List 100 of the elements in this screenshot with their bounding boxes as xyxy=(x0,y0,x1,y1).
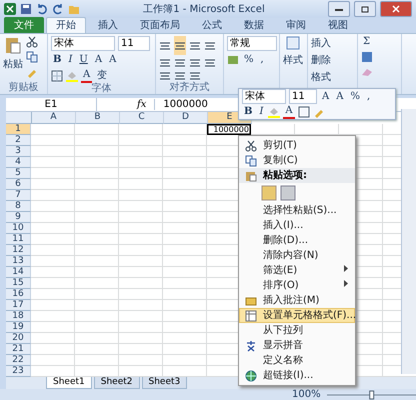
percent-button[interactable]: % xyxy=(242,54,256,66)
delete-button[interactable]: 删除 xyxy=(311,53,331,68)
border-icon xyxy=(298,106,310,118)
sheet-tab[interactable]: Sheet2 xyxy=(94,377,140,389)
formula-field[interactable]: 1000000 xyxy=(155,99,208,110)
row-header[interactable]: 16 xyxy=(6,289,31,300)
grow-font-button[interactable]: A xyxy=(92,54,104,66)
paste-button[interactable]: 粘贴 xyxy=(3,57,23,72)
comma-button[interactable]: , xyxy=(364,90,372,103)
font-name-field[interactable]: 宋体 xyxy=(242,89,286,104)
menu-item[interactable]: 删除(D)... xyxy=(239,233,355,248)
row-header[interactable]: 12 xyxy=(6,245,31,256)
shrink-font-button[interactable]: A xyxy=(334,90,346,103)
row-header[interactable]: 18 xyxy=(6,311,31,322)
minimize-button[interactable] xyxy=(328,1,350,18)
copy-icon xyxy=(26,51,38,64)
row-header[interactable]: 17 xyxy=(6,300,31,311)
italic-button[interactable]: I xyxy=(257,106,266,118)
align-middle-icon xyxy=(174,41,186,52)
row-header[interactable]: 10 xyxy=(6,223,31,234)
menu-item[interactable]: 显示拼音 xyxy=(239,338,355,353)
ribbon-tab[interactable]: 开始 xyxy=(46,17,86,34)
row-header[interactable]: 11 xyxy=(6,234,31,245)
row-header[interactable]: 3 xyxy=(6,146,31,157)
font-color-button[interactable]: A xyxy=(81,69,92,84)
row-header[interactable]: 20 xyxy=(6,333,31,344)
menu-item[interactable]: 剪切(T) xyxy=(239,138,355,153)
vertical-scrollbar[interactable] xyxy=(401,109,416,374)
shrink-font-button[interactable]: A xyxy=(107,54,118,66)
column-header[interactable]: D xyxy=(164,112,208,124)
menu-item[interactable]: 从下拉列 xyxy=(239,323,355,338)
format-button[interactable]: 格式 xyxy=(311,70,331,84)
ribbon-tab[interactable]: 公式 xyxy=(192,17,232,34)
close-button[interactable] xyxy=(380,1,412,18)
row-header[interactable]: 2 xyxy=(6,135,31,146)
row-header[interactable]: 22 xyxy=(6,355,31,366)
ribbon-tab[interactable]: 视图 xyxy=(318,17,358,34)
paste-icon xyxy=(5,36,21,54)
menu-item[interactable]: 插入(I)... xyxy=(239,218,355,233)
redo-icon xyxy=(52,3,64,16)
file-tab[interactable]: 文件 xyxy=(4,17,44,34)
menu-item[interactable]: 选择性粘贴(S)... xyxy=(239,203,355,218)
row-header[interactable]: 8 xyxy=(6,201,31,212)
align-left-icon xyxy=(159,58,171,68)
name-box[interactable]: E1 xyxy=(6,98,97,111)
menu-item[interactable]: 清除内容(N) xyxy=(239,248,355,263)
font-color-button[interactable]: A xyxy=(283,104,295,119)
row-header[interactable]: 4 xyxy=(6,157,31,168)
undo-icon xyxy=(36,3,48,16)
scissors-icon xyxy=(26,36,38,48)
column-header[interactable]: B xyxy=(76,112,120,124)
menu-item[interactable]: 定义名称 xyxy=(239,353,355,368)
comma-button[interactable]: , xyxy=(258,54,266,66)
restore-button[interactable] xyxy=(354,1,376,18)
row-header[interactable]: 1 xyxy=(6,124,31,135)
border-icon xyxy=(51,70,63,82)
menu-item[interactable]: 复制(C) xyxy=(239,153,355,168)
row-header[interactable]: 21 xyxy=(6,344,31,355)
column-header[interactable]: A xyxy=(32,112,76,124)
phonetic-button[interactable]: 变 xyxy=(95,70,110,82)
autosum-button[interactable]: Σ xyxy=(361,36,372,48)
menu-item[interactable]: 设置单元格格式(F)... xyxy=(239,308,355,323)
sheet-tab[interactable]: Sheet1 xyxy=(46,377,92,389)
styles-button[interactable]: 样式 xyxy=(283,53,303,68)
grow-font-button[interactable]: A xyxy=(320,90,332,103)
row-header[interactable]: 13 xyxy=(6,256,31,267)
active-cell[interactable]: 1000000 xyxy=(207,124,251,135)
sheet-tab[interactable]: Sheet3 xyxy=(142,377,188,389)
column-header[interactable]: C xyxy=(120,112,164,124)
bold-button[interactable]: B xyxy=(51,54,64,66)
percent-button[interactable]: % xyxy=(348,90,362,103)
ribbon-tab[interactable]: 数据 xyxy=(234,17,274,34)
insert-function-button[interactable]: fx xyxy=(97,99,156,110)
window-title: 工作簿1 - Microsoft Excel xyxy=(142,3,266,16)
font-size-field[interactable]: 11 xyxy=(118,36,150,52)
font-name-field[interactable]: 宋体 xyxy=(51,36,115,52)
menu-item[interactable]: 排序(O) xyxy=(239,278,355,293)
row-header[interactable]: 5 xyxy=(6,168,31,179)
row-header[interactable]: 6 xyxy=(6,179,31,190)
font-size-field[interactable]: 11 xyxy=(289,89,317,104)
note-icon xyxy=(244,294,256,306)
phonetic-icon xyxy=(244,340,256,352)
insert-button[interactable]: 插入 xyxy=(311,36,331,50)
ribbon-tab[interactable]: 审阅 xyxy=(276,17,316,34)
italic-button[interactable]: I xyxy=(66,54,74,66)
menu-item[interactable]: 筛选(E) xyxy=(239,263,355,278)
underline-button[interactable]: U xyxy=(77,54,90,66)
ribbon-tab[interactable]: 插入 xyxy=(88,17,128,34)
row-header[interactable]: 15 xyxy=(6,278,31,289)
number-format-field[interactable]: 常规 xyxy=(227,36,277,52)
menu-item[interactable]: 插入批注(M) xyxy=(239,293,355,308)
row-header[interactable]: 23 xyxy=(6,366,31,377)
group-label: 对齐方式 xyxy=(168,82,210,94)
row-header[interactable]: 19 xyxy=(6,322,31,333)
row-header[interactable]: 14 xyxy=(6,267,31,278)
ribbon-tab[interactable]: 页面布局 xyxy=(130,17,190,34)
row-header[interactable]: 9 xyxy=(6,212,31,223)
row-header[interactable]: 7 xyxy=(6,190,31,201)
group-label: 字体 xyxy=(90,83,112,96)
align-right-icon xyxy=(189,58,201,68)
